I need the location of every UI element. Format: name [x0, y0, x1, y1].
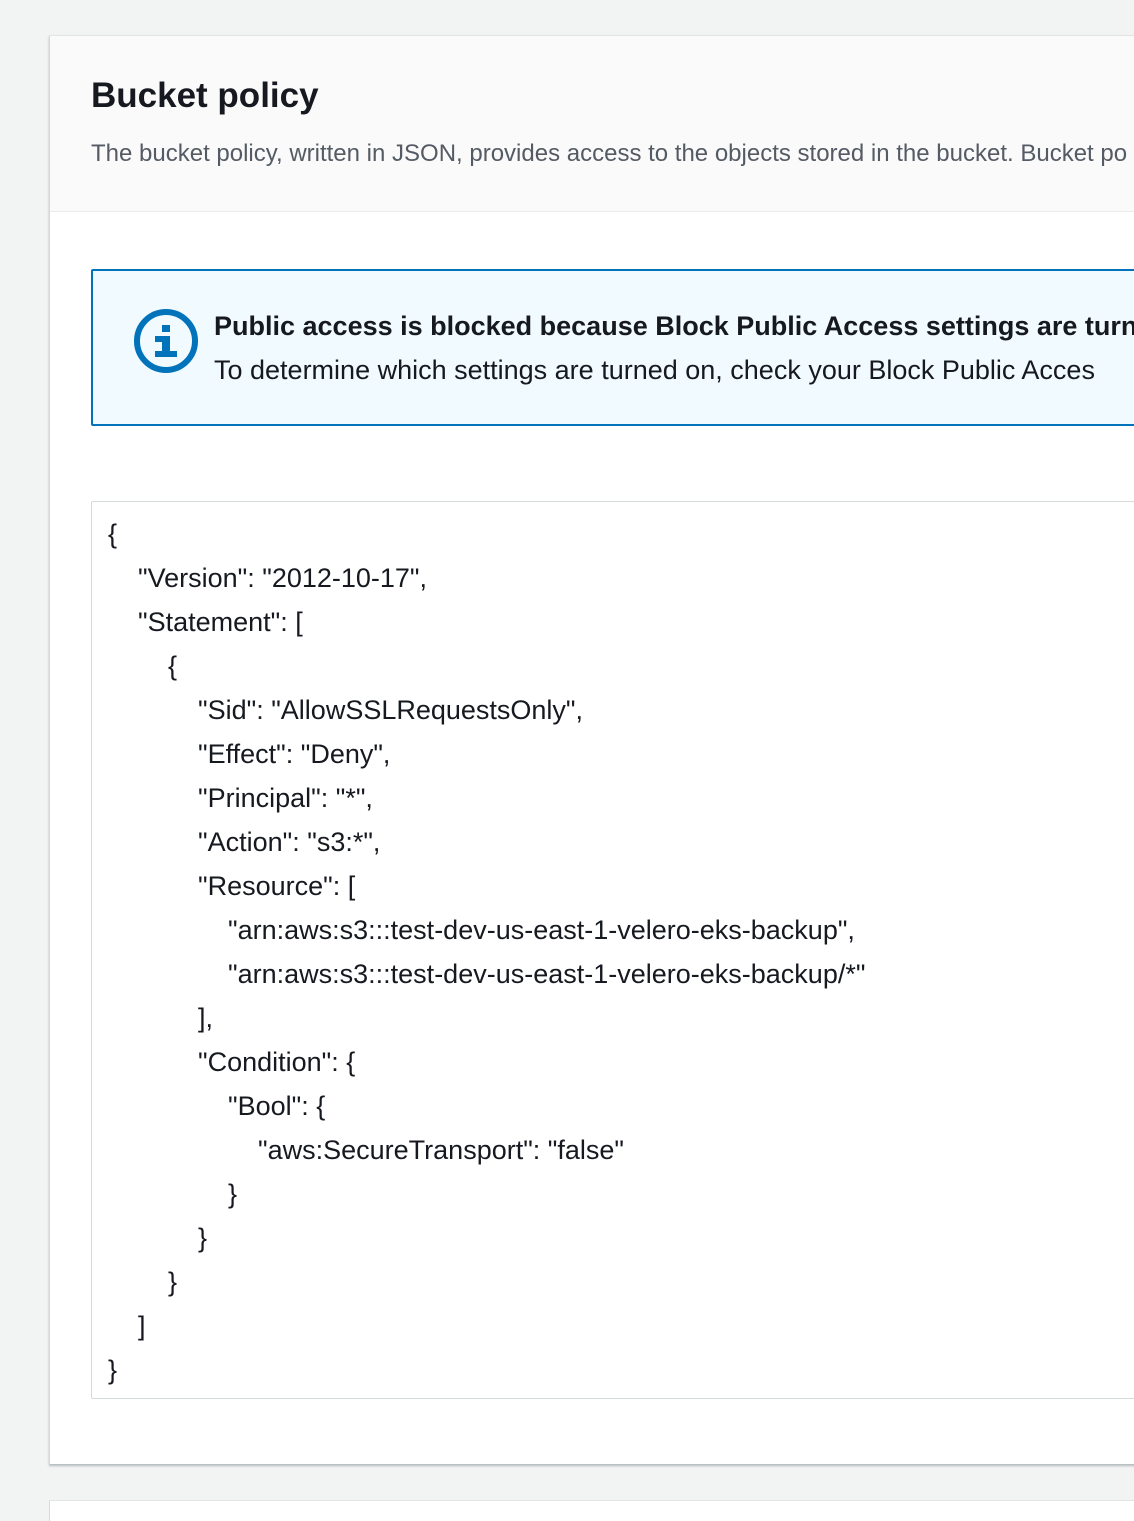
bucket-policy-panel: Bucket policy The bucket policy, written…: [49, 35, 1134, 1464]
alert-body: To determine which settings are turned o…: [214, 355, 1095, 385]
alert-title: Public access is blocked because Block P…: [214, 311, 1134, 341]
panel-title: Bucket policy: [91, 76, 319, 115]
panel-description: The bucket policy, written in JSON, prov…: [91, 140, 1128, 167]
public-access-blocked-alert: Public access is blocked because Block P…: [91, 269, 1134, 426]
next-panel-edge: [49, 1500, 1134, 1521]
info-icon: [133, 308, 199, 374]
policy-json-text: { "Version": "2012-10-17", "Statement": …: [108, 519, 866, 1385]
panel-header: Bucket policy The bucket policy, written…: [50, 36, 1134, 212]
policy-json-viewer[interactable]: { "Version": "2012-10-17", "Statement": …: [91, 501, 1134, 1399]
